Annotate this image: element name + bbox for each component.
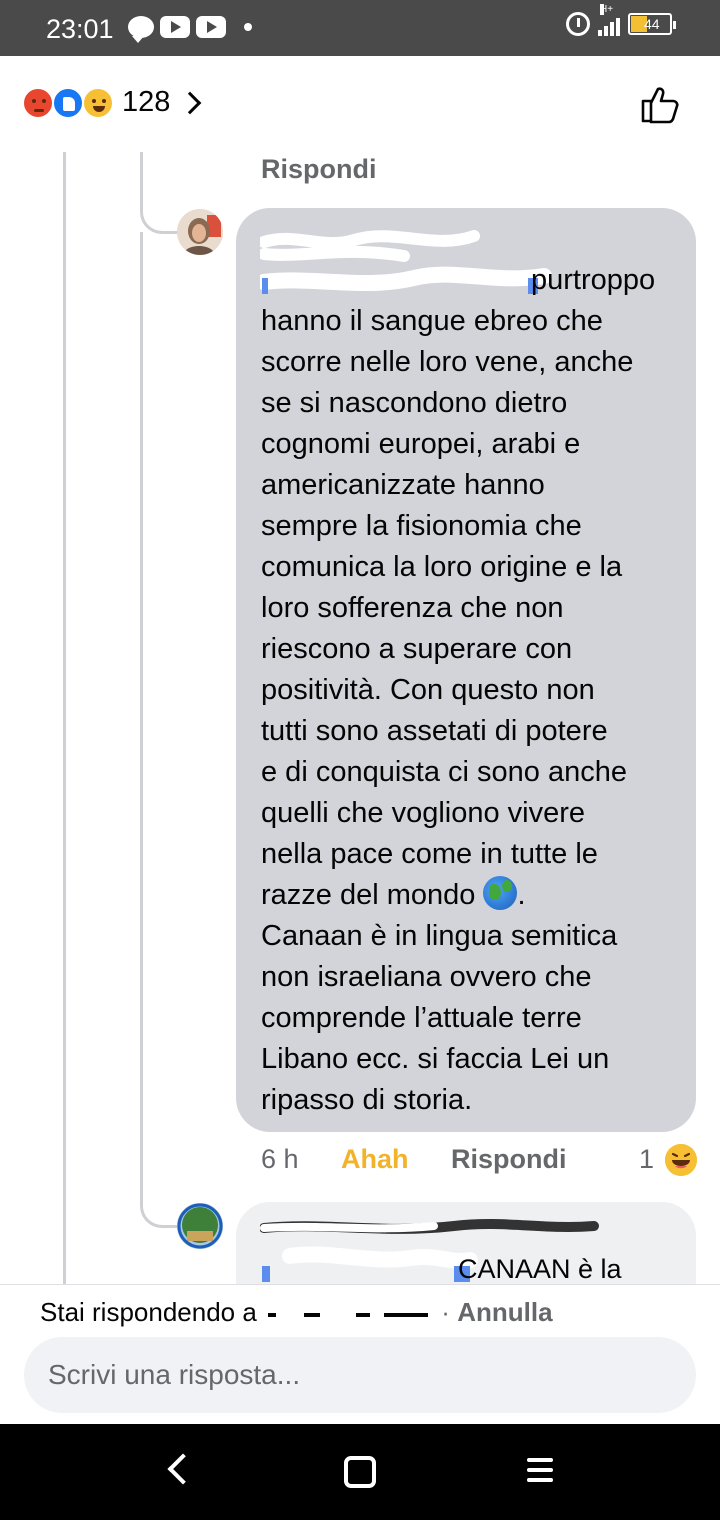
- reactions-summary[interactable]: 128: [22, 86, 202, 119]
- haha-reaction-icon[interactable]: [665, 1144, 697, 1176]
- chevron-right-icon: [179, 91, 202, 114]
- thread-line: [63, 152, 66, 1284]
- comment-text-body: hanno il sangue ebreo che scorre nelle l…: [261, 305, 634, 911]
- comment-text: purtroppo hanno il sangue ebreo che scor…: [261, 260, 691, 1121]
- comment-text-end: . Canaan è in lingua semitica non israel…: [261, 879, 618, 1116]
- youtube-icon: [160, 16, 190, 38]
- status-time: 23:01: [46, 14, 114, 44]
- comment-text-preview: CANAAN è la: [458, 1254, 622, 1284]
- reply-link[interactable]: Rispondi: [261, 154, 377, 185]
- angry-reaction-icon: [22, 86, 54, 119]
- replying-to-label: Stai rispondendo a: [40, 1297, 257, 1327]
- battery-level: 44: [644, 16, 660, 32]
- replying-to-banner: Stai rispondendo a · Annulla: [40, 1297, 553, 1328]
- comment-thread: Rispondi purtroppo hanno il sangue ebreo…: [0, 152, 720, 1284]
- reaction-count: 128: [122, 86, 171, 118]
- reactions-header: 128: [0, 56, 720, 152]
- notification-icons: [128, 16, 252, 43]
- signal-icon: H+: [598, 4, 620, 36]
- system-navigation-bar: [0, 1424, 720, 1520]
- more-notifications-dot-icon: [244, 23, 252, 31]
- like-reaction-icon: [52, 86, 84, 119]
- reply-composer: Stai rispondendo a · Annulla Scrivi una …: [0, 1284, 720, 1424]
- reply-input[interactable]: Scrivi una risposta...: [24, 1337, 696, 1413]
- chat-icon: [128, 16, 154, 43]
- comment-text-first-line: purtroppo: [531, 264, 656, 296]
- home-icon[interactable]: [344, 1456, 376, 1488]
- system-icons: H+ 44: [566, 4, 676, 36]
- youtube-icon: [196, 16, 226, 38]
- status-bar: 23:01 H+ 44: [0, 0, 720, 56]
- thread-connector: [140, 182, 178, 234]
- back-icon[interactable]: [167, 1453, 199, 1485]
- thread-line: [140, 232, 143, 1202]
- thread-connector: [140, 1192, 178, 1228]
- menu-icon[interactable]: [527, 1458, 553, 1486]
- separator-dot: ·: [441, 1297, 450, 1327]
- battery-icon: 44: [628, 13, 676, 35]
- comment-reaction-count[interactable]: 1: [639, 1144, 654, 1175]
- comment-actions: 6 h Ahah Rispondi 1: [261, 1144, 701, 1184]
- avatar[interactable]: [177, 209, 223, 255]
- haha-reaction-icon: [82, 86, 114, 119]
- comment-timestamp[interactable]: 6 h: [261, 1144, 299, 1175]
- avatar[interactable]: [177, 1203, 223, 1249]
- alarm-icon: [566, 12, 590, 36]
- globe-emoji-icon: [483, 876, 518, 910]
- redacted-author-name: [268, 1308, 429, 1322]
- network-type-label: H+: [600, 4, 614, 15]
- reply-button[interactable]: Rispondi: [451, 1144, 567, 1175]
- thumbs-up-outline-icon[interactable]: [640, 84, 680, 124]
- cancel-reply-button[interactable]: Annulla: [457, 1297, 552, 1327]
- reaction-button[interactable]: Ahah: [341, 1144, 409, 1175]
